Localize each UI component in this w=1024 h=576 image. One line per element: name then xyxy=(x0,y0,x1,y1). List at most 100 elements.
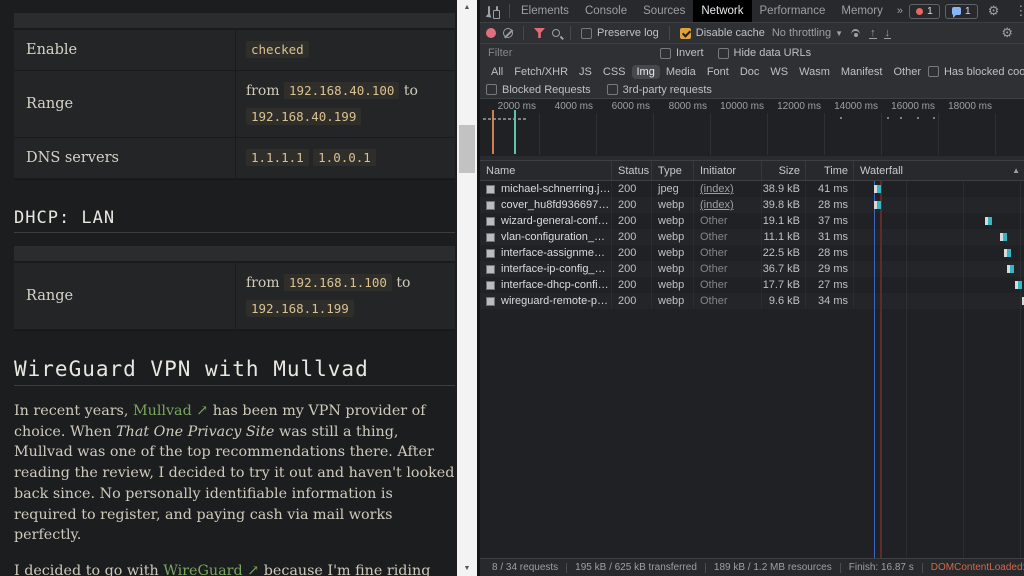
network-request-row[interactable]: interface-assignments_hu...200webpOther2… xyxy=(480,245,1024,261)
ruler-gridline xyxy=(938,113,939,155)
network-settings-gear-icon[interactable]: ⚙ xyxy=(996,25,1018,41)
filter-type-other[interactable]: Other xyxy=(888,65,926,79)
scroll-up-icon[interactable]: ▲ xyxy=(457,0,477,15)
scrollbar-thumb[interactable] xyxy=(459,125,475,173)
waterfall-bar[interactable] xyxy=(1004,249,1011,257)
filter-type-media[interactable]: Media xyxy=(661,65,701,79)
network-overview-timeline[interactable]: 2000 ms4000 ms6000 ms8000 ms10000 ms1200… xyxy=(480,99,1024,161)
network-request-row[interactable]: interface-dhcp-config_hu...200webpOther1… xyxy=(480,277,1024,293)
request-initiator[interactable]: (index) xyxy=(700,199,734,211)
waterfall-bar[interactable] xyxy=(1000,233,1007,241)
tab-memory[interactable]: Memory xyxy=(833,0,891,22)
preserve-log-checkbox[interactable]: Preserve log xyxy=(581,27,659,39)
overview-bottom-strip xyxy=(480,156,1024,160)
file-thumbnail-icon xyxy=(486,185,495,194)
device-toolbar-icon[interactable] xyxy=(496,6,498,17)
issues-count-badge[interactable]: 1 xyxy=(945,4,978,19)
network-request-row[interactable]: vlan-configuration_hub6c...200webpOther1… xyxy=(480,229,1024,245)
import-har-icon[interactable]: ↑ xyxy=(869,28,877,39)
file-thumbnail-icon xyxy=(486,233,495,242)
column-header-waterfall[interactable]: Waterfall ▲ xyxy=(854,161,1024,180)
request-time: 29 ms xyxy=(806,261,854,277)
network-request-row[interactable]: wizard-general-config_hu...200webpOther1… xyxy=(480,213,1024,229)
clear-requests-icon[interactable] xyxy=(503,28,513,38)
filter-type-all[interactable]: All xyxy=(486,65,508,79)
inline-link[interactable]: Mullvad ↗ xyxy=(133,403,208,419)
filter-type-doc[interactable]: Doc xyxy=(735,65,765,79)
waterfall-bar[interactable] xyxy=(874,201,881,209)
code-value: checked xyxy=(246,41,309,58)
ruler-gridline xyxy=(824,113,825,155)
request-initiator[interactable]: (index) xyxy=(700,183,734,195)
settings-gear-icon[interactable]: ⚙ xyxy=(983,3,1005,19)
third-party-checkbox[interactable]: 3rd-party requests xyxy=(607,84,712,96)
filter-type-ws[interactable]: WS xyxy=(765,65,793,79)
ruler-tick-label: 6000 ms xyxy=(595,101,650,112)
network-toolbar: Preserve log Disable cache No throttling… xyxy=(480,23,1024,44)
inline-link[interactable]: WireGuard ↗ xyxy=(163,563,259,576)
inspect-element-icon[interactable] xyxy=(488,6,490,17)
request-time: 27 ms xyxy=(806,277,854,293)
filter-type-wasm[interactable]: Wasm xyxy=(794,65,835,79)
column-header-type[interactable]: Type xyxy=(652,161,694,180)
column-header-status[interactable]: Status xyxy=(612,161,652,180)
record-button[interactable] xyxy=(486,28,496,38)
waterfall-bar[interactable] xyxy=(1015,281,1022,289)
filter-type-font[interactable]: Font xyxy=(702,65,734,79)
waterfall-bar[interactable] xyxy=(1007,265,1014,273)
filter-type-img[interactable]: Img xyxy=(632,65,660,79)
table-header-strip xyxy=(14,246,455,263)
tab-performance[interactable]: Performance xyxy=(752,0,834,22)
page-scrollbar[interactable]: ▲ ▼ xyxy=(457,0,477,576)
ruler-gridline xyxy=(881,113,882,155)
request-initiator: Other xyxy=(700,263,728,275)
waterfall-bar[interactable] xyxy=(985,217,992,225)
filter-type-fetch-xhr[interactable]: Fetch/XHR xyxy=(509,65,573,79)
waterfall-label: Waterfall xyxy=(860,165,903,177)
ruler-tick-label: 18000 ms xyxy=(937,101,992,112)
config-table-row: Enablechecked xyxy=(14,30,455,71)
column-header-name[interactable]: Name xyxy=(480,161,612,180)
search-icon[interactable] xyxy=(552,29,560,37)
network-conditions-icon[interactable] xyxy=(850,28,862,38)
export-har-icon[interactable]: ↓ xyxy=(884,28,892,39)
hide-data-urls-checkbox[interactable]: Hide data URLs xyxy=(718,47,812,59)
request-name: wizard-general-config_hu... xyxy=(501,215,611,227)
request-type: webp xyxy=(652,293,694,309)
sort-asc-icon[interactable]: ▲ xyxy=(1012,166,1020,175)
network-request-row[interactable]: interface-ip-config_hu15...200webpOther3… xyxy=(480,261,1024,277)
tab-sources[interactable]: Sources xyxy=(635,0,693,22)
tab-console[interactable]: Console xyxy=(577,0,635,22)
scroll-down-icon[interactable]: ▼ xyxy=(457,561,477,576)
filter-type-css[interactable]: CSS xyxy=(598,65,631,79)
column-header-initiator[interactable]: Initiator xyxy=(694,161,762,180)
ruler-tick-label: 10000 ms xyxy=(709,101,764,112)
checkbox-unchecked-icon xyxy=(928,66,939,77)
waterfall-bar[interactable] xyxy=(874,185,881,193)
column-header-size[interactable]: Size xyxy=(762,161,806,180)
request-type: jpeg xyxy=(652,181,694,197)
filter-type-manifest[interactable]: Manifest xyxy=(836,65,888,79)
disable-cache-checkbox[interactable]: Disable cache xyxy=(680,27,765,39)
invert-checkbox[interactable]: Invert xyxy=(660,47,704,59)
network-request-row[interactable]: michael-schnerring.jpg200jpeg(index)38.9… xyxy=(480,181,1024,197)
timeline-gridline xyxy=(906,181,907,558)
network-request-row[interactable]: wireguard-remote-peers_...200webpOther9.… xyxy=(480,293,1024,309)
throttling-dropdown[interactable]: No throttling ▼ xyxy=(772,27,843,39)
more-tabs-icon[interactable]: » xyxy=(891,5,909,17)
filter-funnel-icon[interactable] xyxy=(534,28,545,38)
network-request-row[interactable]: cover_hu8fd936697ab2ce...200webp(index)3… xyxy=(480,197,1024,213)
divider xyxy=(669,26,670,40)
request-status: 200 xyxy=(612,181,652,197)
column-header-time[interactable]: Time xyxy=(806,161,854,180)
blocked-requests-checkbox[interactable]: Blocked Requests xyxy=(486,84,591,96)
tab-elements[interactable]: Elements xyxy=(513,0,577,22)
error-count-badge[interactable]: 1 xyxy=(909,4,940,19)
filter-input[interactable] xyxy=(486,46,646,60)
tab-network[interactable]: Network xyxy=(693,0,751,22)
kebab-menu-icon[interactable]: ⋮ xyxy=(1009,3,1024,19)
status-bar-item: 195 kB / 625 kB transferred xyxy=(567,562,705,573)
ruler-tick-label: 4000 ms xyxy=(538,101,593,112)
has-blocked-cookies-checkbox[interactable]: Has blocked cookies xyxy=(928,66,1024,78)
filter-type-js[interactable]: JS xyxy=(574,65,597,79)
